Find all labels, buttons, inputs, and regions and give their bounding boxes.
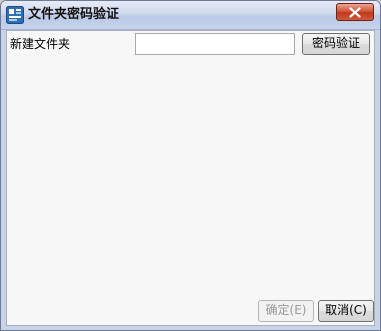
window-title: 文件夹密码验证 bbox=[28, 7, 120, 22]
cancel-button[interactable]: 取消(C) bbox=[318, 300, 374, 322]
folder-name-label: 新建文件夹 bbox=[10, 37, 71, 51]
app-icon bbox=[6, 6, 24, 24]
password-input[interactable] bbox=[135, 33, 295, 55]
dialog-content: 新建文件夹 密码验证 确定(E) 取消(C) bbox=[6, 30, 375, 326]
verify-password-button[interactable]: 密码验证 bbox=[302, 33, 370, 55]
ok-button[interactable]: 确定(E) bbox=[258, 300, 314, 322]
close-icon bbox=[349, 7, 361, 18]
title-bar[interactable]: 文件夹密码验证 bbox=[1, 1, 380, 30]
dialog-window: 文件夹密码验证 新建文件夹 密码验证 确定(E) 取消(C) bbox=[0, 0, 381, 331]
close-button[interactable] bbox=[336, 3, 374, 21]
